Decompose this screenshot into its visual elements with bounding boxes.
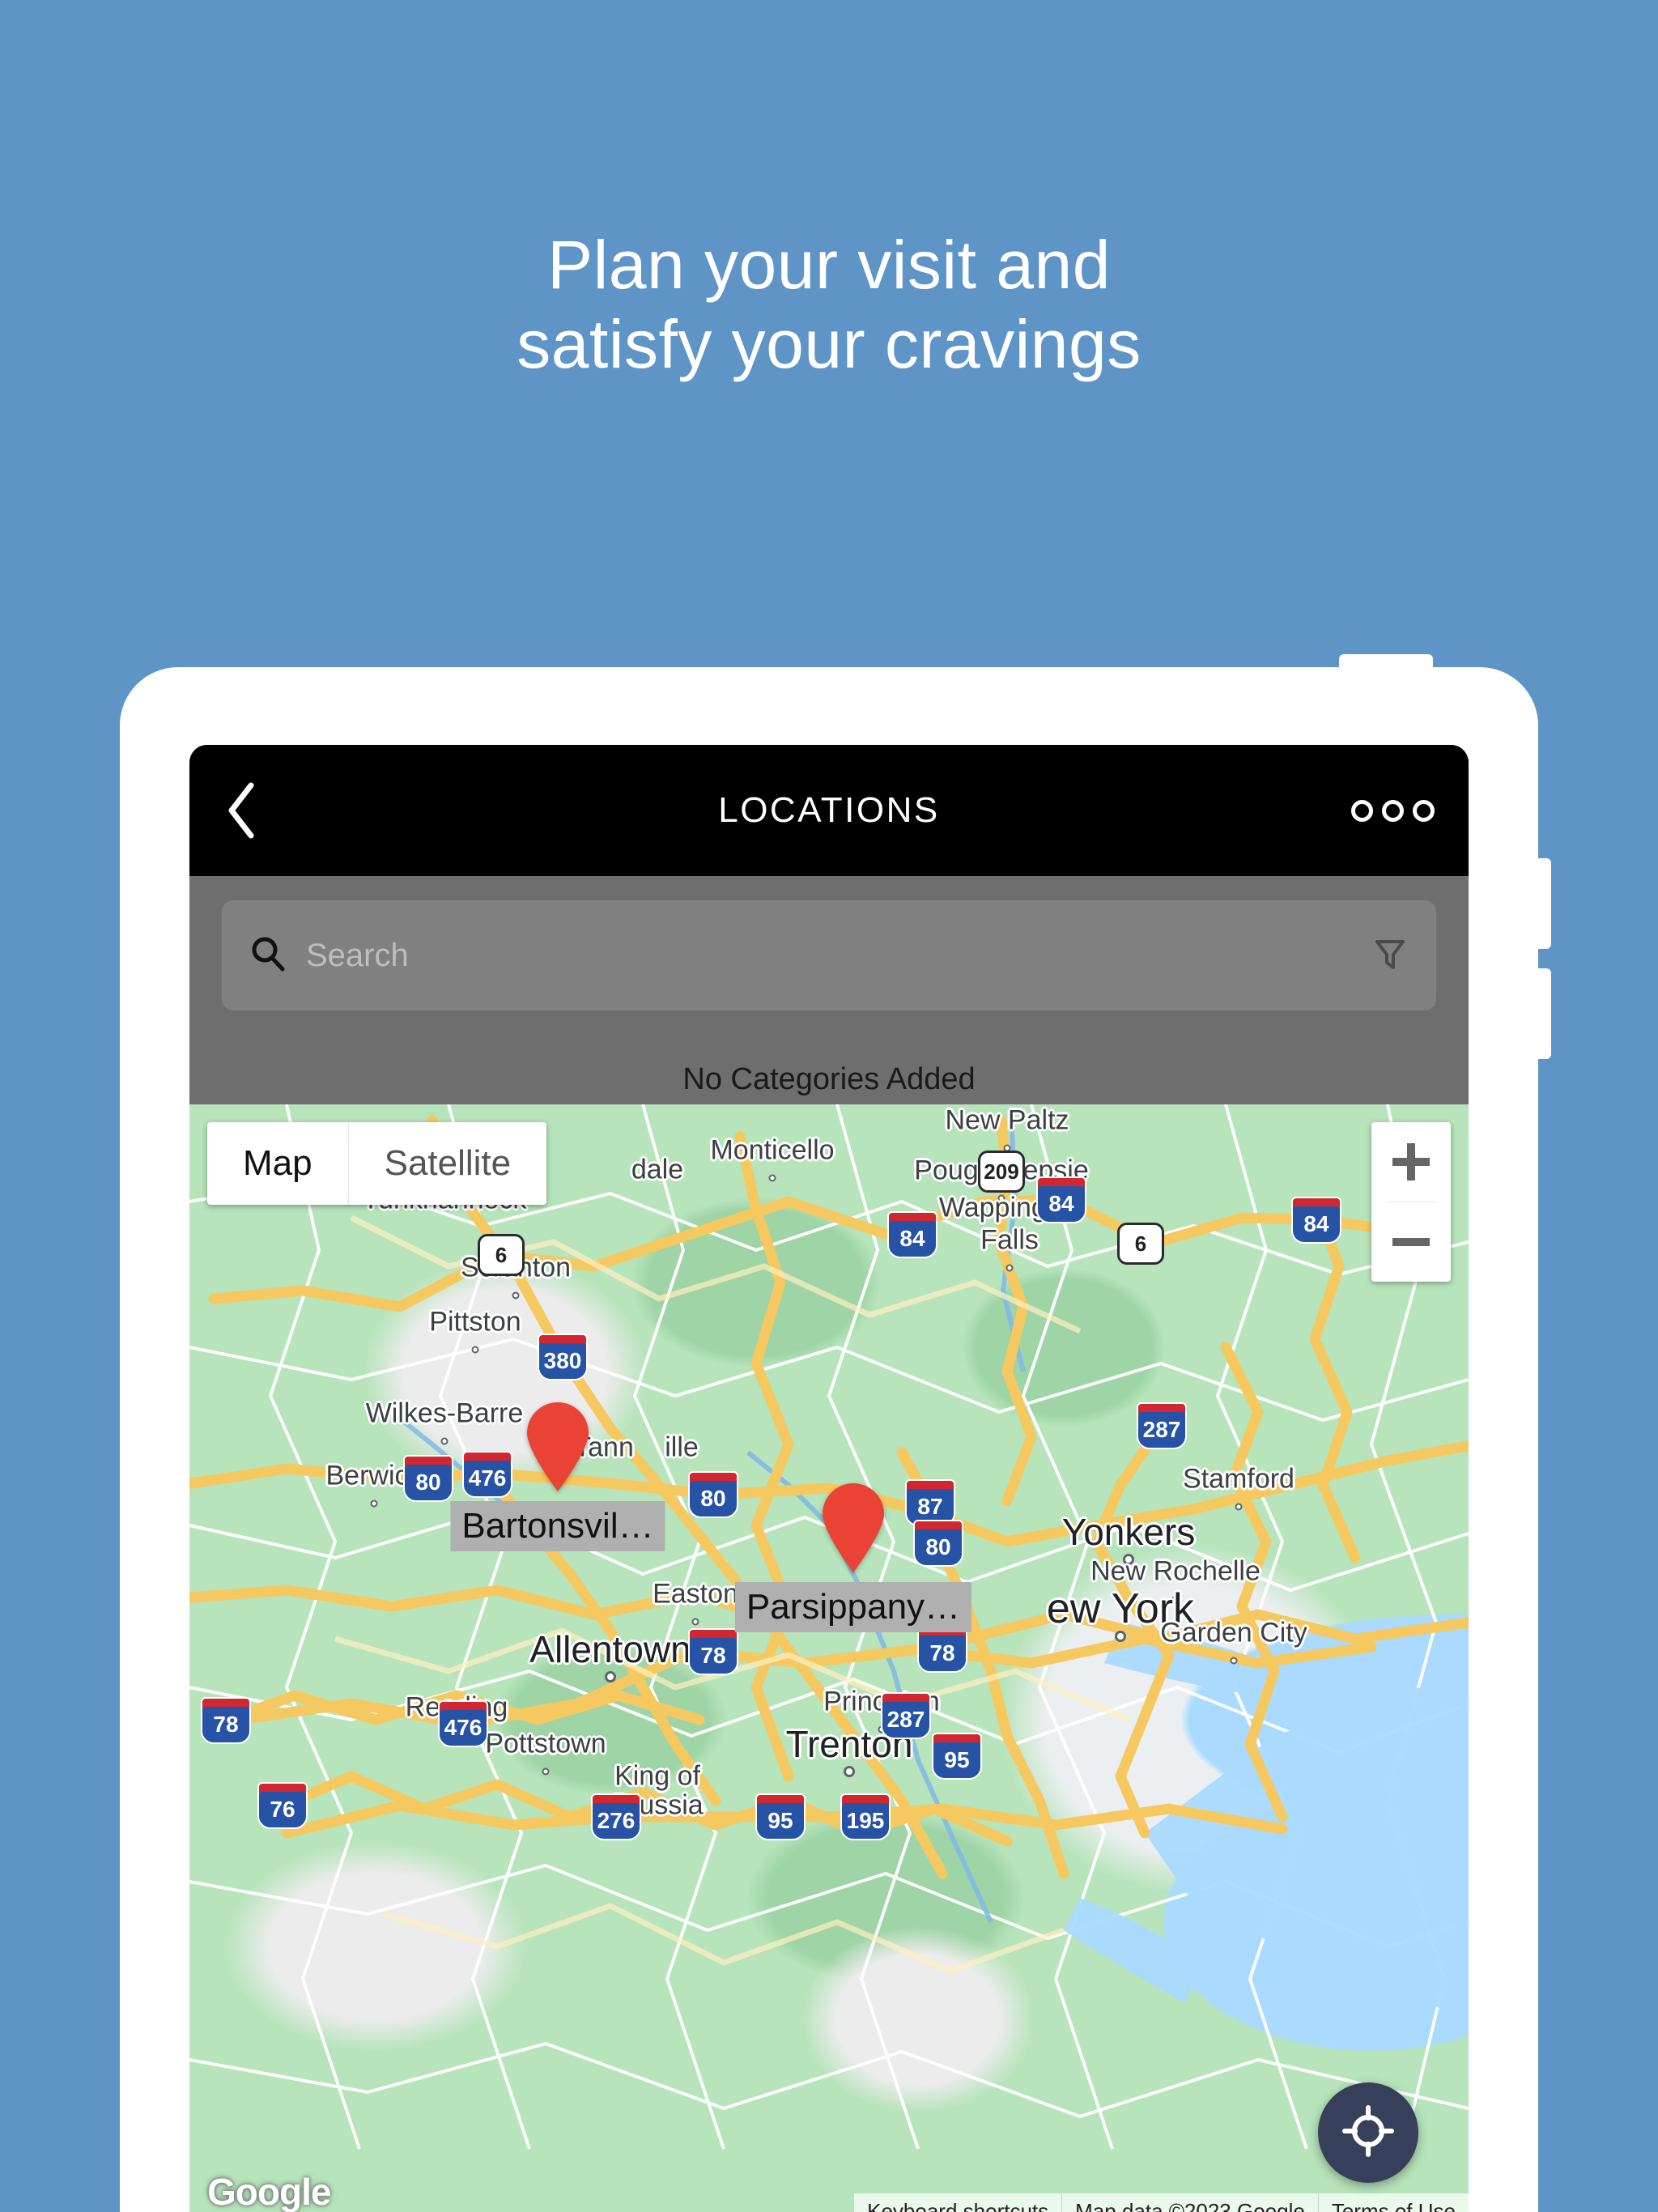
map-place-dot	[1230, 1657, 1238, 1665]
map-data-copyright: Map data ©2023 Google	[1061, 2193, 1318, 2212]
map-place-dot	[1235, 1503, 1243, 1511]
device-volume-down-button[interactable]	[1537, 968, 1551, 1059]
map-place-dot	[878, 1725, 886, 1733]
search-input[interactable]	[306, 937, 1355, 974]
google-watermark: Google	[207, 2171, 331, 2212]
zoom-out-button[interactable]	[1371, 1202, 1451, 1282]
map-type-toggle[interactable]: Map Satellite	[207, 1122, 547, 1205]
map-location-pin-label: Bartonsvil…	[450, 1501, 665, 1551]
map-view[interactable]: Map Satellite Monticello New Paltz Poughke…	[189, 1104, 1469, 2212]
map-place-dot	[1005, 1264, 1014, 1272]
overflow-menu-icon-dot-3	[1413, 799, 1435, 822]
terms-of-use-link[interactable]: Terms of Use	[1317, 2193, 1469, 2212]
chevron-left-icon	[223, 781, 259, 840]
map-type-map-button[interactable]: Map	[207, 1122, 348, 1205]
page-title: LOCATIONS	[718, 790, 940, 830]
map-place-dot	[471, 1346, 479, 1354]
search-panel: No Categories Added	[189, 876, 1469, 1104]
map-place-dot	[370, 1499, 378, 1508]
device-volume-up-button[interactable]	[1537, 858, 1551, 949]
back-button[interactable]	[223, 778, 275, 843]
map-place-dot	[997, 1194, 1005, 1202]
map-roads-layer	[189, 1104, 1469, 2150]
map-place-dot	[542, 1767, 550, 1776]
app-header-bar: LOCATIONS	[189, 745, 1469, 876]
map-place-dot	[512, 1291, 520, 1300]
map-location-pin[interactable]	[525, 1402, 591, 1493]
map-attribution-bar: Keyboard shortcuts Map data ©2023 Google…	[854, 2193, 1469, 2212]
overflow-menu-icon-dot-2	[1382, 799, 1404, 822]
map-type-satellite-button[interactable]: Satellite	[349, 1122, 547, 1205]
map-location-pin[interactable]	[820, 1483, 886, 1574]
map-place-dot	[1123, 1554, 1134, 1565]
overflow-menu-button[interactable]	[1351, 799, 1435, 822]
search-box[interactable]	[222, 900, 1436, 1010]
map-place-dot	[844, 1766, 855, 1777]
map-place-dot	[605, 1671, 616, 1682]
no-categories-message: No Categories Added	[682, 1062, 976, 1096]
page-headline: Plan your visit and satisfy your craving…	[0, 225, 1658, 385]
zoom-in-button[interactable]	[1371, 1122, 1451, 1202]
phone-screen: LOCATIONS Search No Categories Added Map…	[189, 745, 1469, 2212]
search-icon	[249, 935, 287, 976]
crosshair-target-icon	[1340, 2103, 1397, 2163]
map-place-dot	[440, 1437, 449, 1445]
locate-me-button[interactable]	[1318, 2082, 1418, 2183]
headline-line-2: satisfy your cravings	[517, 306, 1141, 383]
map-place-dot	[1171, 1595, 1180, 1603]
plus-icon	[1392, 1143, 1430, 1180]
map-location-pin-label: Parsippany…	[734, 1582, 972, 1632]
map-place-dot	[1115, 1631, 1126, 1642]
keyboard-shortcuts-link[interactable]: Keyboard shortcuts	[854, 2193, 1061, 2212]
map-place-dot	[691, 1618, 699, 1626]
map-place-dot	[1003, 1144, 1011, 1152]
device-power-button[interactable]	[1339, 654, 1433, 672]
device-frame: LOCATIONS Search No Categories Added Map…	[120, 654, 1551, 2212]
headline-line-1: Plan your visit and	[547, 227, 1111, 303]
overflow-menu-icon-dot-1	[1351, 799, 1373, 822]
map-place-dot	[768, 1174, 776, 1182]
map-place-dot	[453, 1731, 461, 1739]
minus-icon	[1392, 1238, 1430, 1246]
filter-funnel-icon[interactable]	[1371, 935, 1409, 976]
map-zoom-controls[interactable]	[1371, 1122, 1451, 1282]
